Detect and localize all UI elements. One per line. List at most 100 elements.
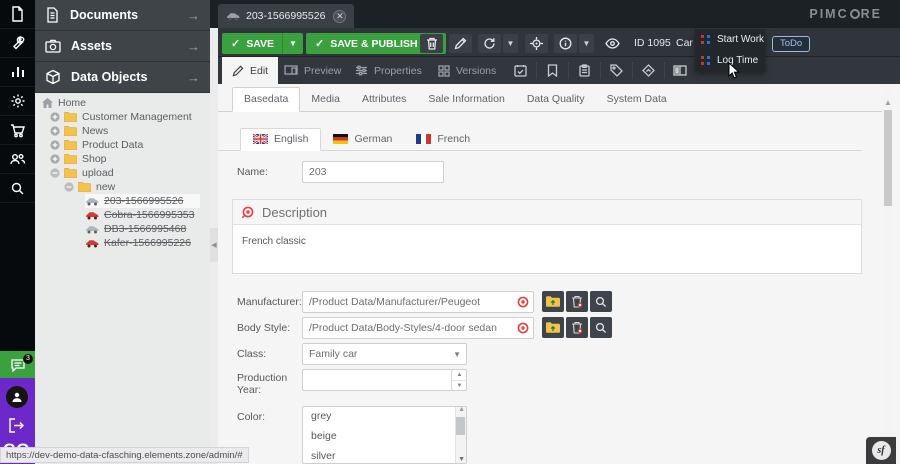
monitor-icon: [284, 65, 298, 76]
home-icon: [42, 98, 53, 108]
color-list-scrollbar[interactable]: ▲ ▼: [455, 407, 466, 463]
locate-in-tree-button[interactable]: [525, 34, 548, 53]
trash-x-icon: [571, 321, 583, 334]
reports-icon[interactable]: [0, 58, 35, 87]
settings-icon[interactable]: [0, 87, 35, 116]
collapse-panel-handle[interactable]: ◀: [210, 228, 218, 262]
collapse-minus-icon[interactable]: [50, 168, 60, 178]
notes-button[interactable]: [540, 62, 564, 79]
info-dropdown-caret[interactable]: ▼: [579, 34, 594, 53]
tab-sale-information[interactable]: Sale Information: [417, 88, 515, 111]
expand-plus-icon[interactable]: [50, 112, 60, 122]
panel-data-objects[interactable]: Data Objects →: [35, 62, 210, 93]
folder-icon: [64, 126, 77, 136]
manufacturer-label: Manufacturer:: [237, 291, 302, 308]
tree-node-new[interactable]: new: [35, 180, 210, 194]
notifications-chat-button[interactable]: 3: [0, 351, 35, 378]
spinner-arrows[interactable]: ▲▼: [451, 370, 467, 390]
tab-lang-french[interactable]: French: [404, 129, 482, 150]
search-icon[interactable]: [0, 174, 35, 203]
description-value[interactable]: French classic: [233, 225, 861, 273]
body-style-upload-button[interactable]: [542, 317, 564, 338]
save-publish-label: SAVE & PUBLISH: [330, 38, 417, 50]
name-input[interactable]: [302, 161, 444, 183]
tab-lang-english[interactable]: English: [240, 128, 321, 151]
tab-system-data[interactable]: System Data: [596, 88, 678, 111]
workflow-button[interactable]: [636, 62, 660, 79]
panel-splitter[interactable]: ◀: [210, 28, 218, 464]
tab-attributes[interactable]: Attributes: [351, 88, 417, 111]
open-object-tab[interactable]: 203-1566995526 ✕: [218, 4, 354, 28]
menu-item-start-work[interactable]: Start Work: [695, 29, 765, 50]
logout-button[interactable]: [8, 418, 25, 438]
open-preview-button[interactable]: [601, 34, 624, 53]
tab-preview[interactable]: Preview: [274, 57, 351, 84]
tree-node-label: Shop: [82, 153, 107, 165]
tree-node-label: News: [82, 125, 108, 137]
manufacturer-search-button[interactable]: [590, 291, 612, 312]
color-option-beige[interactable]: beige: [303, 427, 466, 447]
scroll-up-icon[interactable]: ▲: [884, 98, 892, 107]
ecommerce-cart-icon[interactable]: [0, 116, 35, 145]
tree-node-203[interactable]: 203-1566995526: [35, 194, 200, 208]
manufacturer-input[interactable]: [302, 291, 534, 313]
symfony-logo-icon: sf: [872, 441, 891, 460]
tree-node-news[interactable]: News: [35, 124, 210, 138]
body-style-input[interactable]: [302, 317, 534, 339]
tab-media[interactable]: Media: [300, 88, 351, 111]
tree-node-upload[interactable]: upload: [35, 166, 210, 180]
reload-button[interactable]: [478, 34, 501, 53]
split-view-button[interactable]: [668, 62, 692, 79]
panel-documents[interactable]: Documents →: [35, 0, 210, 31]
save-dropdown-caret[interactable]: ▼: [282, 33, 303, 54]
tab-properties[interactable]: Properties: [345, 57, 432, 84]
symfony-debug-toggle[interactable]: sf: [866, 437, 896, 464]
tree-node-shop[interactable]: Shop: [35, 152, 210, 166]
user-avatar[interactable]: [6, 386, 28, 408]
tab-basedata[interactable]: Basedata: [232, 87, 300, 112]
class-select[interactable]: Family car ▼: [302, 343, 467, 365]
tree-node-product-data[interactable]: Product Data: [35, 138, 210, 152]
manufacturer-upload-button[interactable]: [542, 291, 564, 312]
expand-plus-icon[interactable]: [50, 154, 60, 164]
expand-plus-icon[interactable]: [50, 140, 60, 150]
reload-dropdown-caret[interactable]: ▼: [503, 34, 518, 53]
schedule-button[interactable]: [508, 62, 532, 79]
tree-node-home[interactable]: Home: [35, 96, 210, 110]
color-option-silver[interactable]: silver: [303, 447, 466, 464]
tags-button[interactable]: [604, 62, 628, 79]
events-button[interactable]: [572, 62, 596, 79]
info-button[interactable]: [554, 34, 577, 53]
tab-lang-german[interactable]: German: [321, 129, 404, 150]
save-button[interactable]: ✓ SAVE ▼: [222, 33, 303, 54]
tree-node-kafer[interactable]: Kafer-1566995226: [35, 236, 210, 250]
refresh-icon: [483, 37, 496, 50]
content-scrollbar[interactable]: ▲: [882, 84, 894, 464]
tab-data-quality[interactable]: Data Quality: [516, 88, 596, 111]
tree-node-cobra[interactable]: Cobra-1566995353: [35, 208, 210, 222]
delete-button[interactable]: [420, 34, 443, 53]
collapse-minus-icon[interactable]: [64, 182, 74, 192]
close-tab-icon[interactable]: ✕: [333, 10, 346, 23]
tab-edit[interactable]: Edit: [222, 57, 278, 84]
body-style-remove-button[interactable]: [566, 317, 588, 338]
color-option-grey[interactable]: grey: [303, 407, 466, 427]
production-year-spinner[interactable]: ▲▼: [302, 369, 467, 391]
documents-icon[interactable]: [0, 0, 35, 29]
expand-plus-icon[interactable]: [50, 126, 60, 136]
object-toolbar: ✓ SAVE ▼ ✓ SAVE & PUBLISH ▼ ▼: [210, 28, 900, 57]
rename-button[interactable]: [449, 34, 472, 53]
tab-versions[interactable]: Versions: [428, 57, 506, 84]
car-grey-icon: [85, 197, 99, 206]
tab-title: 203-1566995526: [246, 10, 325, 22]
folder-up-icon: [546, 296, 560, 307]
scrollbar-thumb[interactable]: [884, 110, 892, 206]
manufacturer-remove-button[interactable]: [566, 291, 588, 312]
tree-node-customer-management[interactable]: Customer Management: [35, 110, 210, 124]
panel-assets[interactable]: Assets →: [35, 31, 210, 62]
color-multiselect[interactable]: grey beige silver ▲ ▼: [302, 406, 467, 464]
tree-node-db3[interactable]: DB3-1566995468: [35, 222, 210, 236]
tools-icon[interactable]: [0, 29, 35, 58]
users-icon[interactable]: [0, 145, 35, 174]
body-style-search-button[interactable]: [590, 317, 612, 338]
